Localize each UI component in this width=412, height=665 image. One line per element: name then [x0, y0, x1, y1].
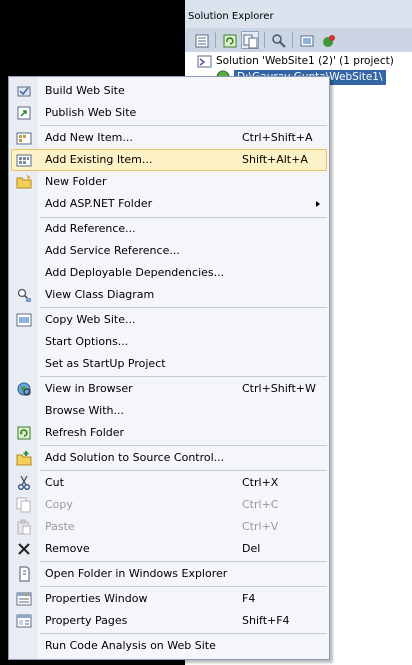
menu-item-add-new-item[interactable]: Add New Item... Ctrl+Shift+A [11, 127, 327, 149]
solution-explorer-toolbar [185, 28, 412, 52]
menu-item-paste[interactable]: Paste Ctrl+V [11, 516, 327, 538]
solution-explorer-title: Solution Explorer [185, 0, 412, 28]
menu-item-view-in-browser[interactable]: View in Browser Ctrl+Shift+W [11, 378, 327, 400]
aspnet-configuration-icon[interactable] [319, 31, 337, 49]
menu-item-build-web-site[interactable]: Build Web Site [11, 80, 327, 102]
menu-item-copy-web-site[interactable]: Copy Web Site... [11, 309, 327, 331]
open-folder-icon [16, 566, 32, 582]
menu-item-browse-with[interactable]: Browse With... [11, 400, 327, 422]
paste-icon [16, 519, 32, 535]
menu-item-copy[interactable]: Copy Ctrl+C [11, 494, 327, 516]
solution-icon [197, 53, 213, 69]
add-existing-item-icon [16, 152, 32, 168]
new-folder-icon [16, 174, 32, 190]
menu-item-publish-web-site[interactable]: Publish Web Site [11, 102, 327, 124]
properties-icon[interactable] [192, 31, 210, 49]
add-new-item-icon [16, 130, 32, 146]
nest-related-files-icon[interactable] [241, 31, 259, 49]
view-class-diagram-icon [16, 287, 32, 303]
menu-item-add-deployable-dependencies[interactable]: Add Deployable Dependencies... [11, 262, 327, 284]
cut-icon [16, 475, 32, 491]
menu-item-add-service-reference[interactable]: Add Service Reference... [11, 240, 327, 262]
submenu-arrow-icon [316, 201, 320, 207]
view-class-diagram-icon[interactable] [297, 31, 315, 49]
menu-item-remove[interactable]: Remove Del [11, 538, 327, 560]
refresh-folder-icon [16, 425, 32, 441]
copy-website-icon [16, 312, 32, 328]
copy-website-icon[interactable] [269, 31, 287, 49]
menu-item-property-pages[interactable]: Property Pages Shift+F4 [11, 610, 327, 632]
menu-item-add-reference[interactable]: Add Reference... [11, 218, 327, 240]
property-pages-icon [16, 613, 32, 629]
menu-item-refresh-folder[interactable]: Refresh Folder [11, 422, 327, 444]
tree-item-solution-label: Solution 'WebSite1 (2)' (1 project) [216, 55, 394, 67]
context-menu: Build Web Site Publish Web Site Add New … [8, 76, 330, 660]
refresh-icon[interactable] [220, 31, 238, 49]
menu-item-view-class-diagram[interactable]: View Class Diagram [11, 284, 327, 306]
copy-icon [16, 497, 32, 513]
menu-item-add-solution-to-source-control[interactable]: Add Solution to Source Control... [11, 447, 327, 469]
remove-icon [16, 541, 32, 557]
tree-item-solution[interactable]: Solution 'WebSite1 (2)' (1 project) [197, 53, 394, 70]
menu-item-run-code-analysis[interactable]: Run Code Analysis on Web Site [11, 635, 327, 657]
menu-item-cut[interactable]: Cut Ctrl+X [11, 472, 327, 494]
menu-item-open-folder-in-windows-explorer[interactable]: Open Folder in Windows Explorer [11, 563, 327, 585]
menu-item-add-aspnet-folder[interactable]: Add ASP.NET Folder [11, 193, 327, 215]
view-in-browser-icon [16, 381, 32, 397]
menu-item-new-folder[interactable]: New Folder [11, 171, 327, 193]
menu-item-add-existing-item[interactable]: Add Existing Item... Shift+Alt+A [11, 149, 327, 171]
publish-icon [16, 105, 32, 121]
properties-window-icon [16, 591, 32, 607]
add-to-source-control-icon [16, 450, 32, 466]
menu-item-properties-window[interactable]: Properties Window F4 [11, 588, 327, 610]
build-icon [16, 83, 32, 99]
menu-item-set-as-startup-project[interactable]: Set as StartUp Project [11, 353, 327, 375]
menu-item-start-options[interactable]: Start Options... [11, 331, 327, 353]
